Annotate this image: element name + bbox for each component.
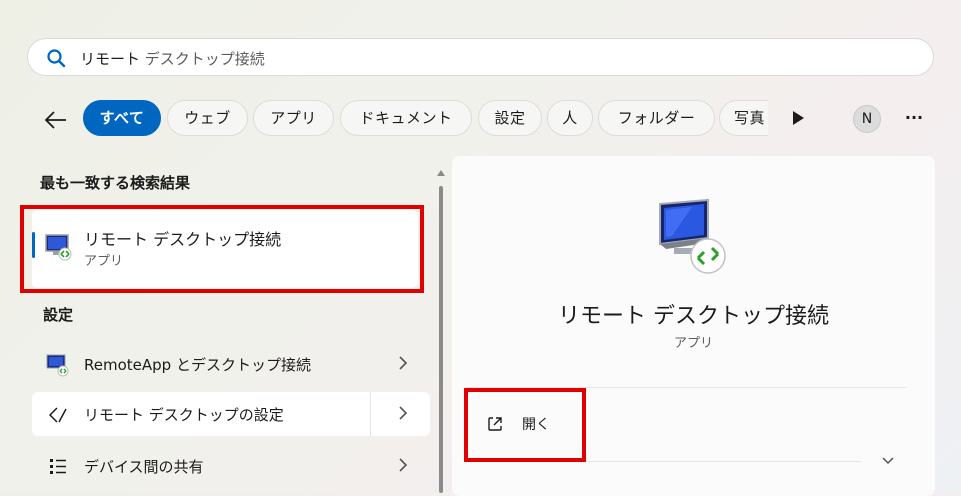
detail-subtitle: アプリ: [673, 336, 713, 351]
scroll-up-arrow-icon[interactable]: [436, 168, 446, 178]
chevron-down-icon[interactable]: [880, 454, 896, 468]
filter-tab-folders[interactable]: フォルダー: [598, 100, 715, 136]
settings-result-device-sharing[interactable]: デバイス間の共有: [32, 444, 430, 488]
filter-tab-all[interactable]: すべて: [83, 100, 161, 136]
settings-result-label: デバイス間の共有: [84, 458, 204, 476]
remote-desktop-icon: [659, 198, 726, 274]
search-input[interactable]: リモート デスクトップ接続: [80, 48, 265, 69]
filter-tab-apps[interactable]: アプリ: [253, 100, 334, 136]
remoteapp-icon: [46, 354, 69, 377]
filter-tab-web[interactable]: ウェブ: [167, 100, 248, 136]
best-match-heading: 最も一致する検索結果: [40, 174, 191, 192]
more-options-icon[interactable]: ···: [900, 108, 928, 128]
filter-tab-photos[interactable]: 写真: [719, 100, 768, 136]
settings-heading: 設定: [43, 306, 74, 324]
settings-result-label: RemoteApp とデスクトップ接続: [84, 356, 311, 374]
play-right-icon[interactable]: [788, 108, 808, 128]
search-typed-text: リモート: [80, 50, 141, 68]
row-divider: [370, 392, 371, 436]
remote-desktop-settings-icon: [48, 407, 67, 423]
settings-result-label: リモート デスクトップの設定: [84, 406, 284, 424]
search-icon: [47, 49, 66, 68]
back-arrow-icon[interactable]: [40, 104, 72, 136]
chevron-right-icon[interactable]: [398, 355, 408, 371]
chevron-right-icon[interactable]: [398, 405, 408, 421]
filter-tab-settings[interactable]: 設定: [478, 100, 542, 136]
scrollbar-thumb[interactable]: [439, 186, 443, 493]
avatar[interactable]: N: [853, 105, 881, 133]
settings-result-remote-desktop-settings[interactable]: リモート デスクトップの設定: [32, 392, 430, 436]
settings-result-remoteapp[interactable]: RemoteApp とデスクトップ接続: [32, 342, 430, 386]
filter-tab-people[interactable]: 人: [547, 100, 593, 136]
red-highlight-box: [20, 205, 424, 293]
red-highlight-box: [464, 388, 586, 462]
detail-title: リモート デスクトップ接続: [558, 304, 829, 329]
search-completion-text: デスクトップ接続: [140, 50, 265, 68]
filter-tab-documents[interactable]: ドキュメント: [340, 100, 472, 136]
list-share-icon: [50, 459, 66, 474]
chevron-right-icon[interactable]: [398, 457, 408, 473]
search-bar[interactable]: リモート デスクトップ接続: [27, 38, 934, 76]
